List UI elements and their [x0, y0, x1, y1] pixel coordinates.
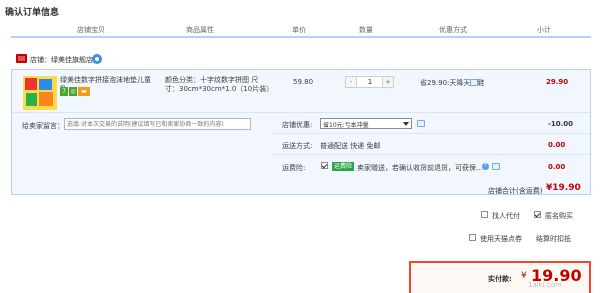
watermark: 1aiki.com	[528, 281, 562, 289]
freight-insurance-tag: 运费险	[332, 162, 355, 171]
column-header-promotion: 优惠方式	[439, 26, 467, 34]
coupon-label: 店铺优惠:	[282, 121, 313, 129]
chevron-down-icon	[403, 122, 409, 126]
coupon-amount: -10.00	[548, 120, 574, 128]
quantity-decrease-button[interactable]: -	[346, 77, 357, 87]
shipping-amount: 0.00	[548, 141, 566, 149]
freight-insurance-description: 卖家赠送，若确认收货前退货，可获保...	[357, 164, 482, 172]
invoice-icon: ▬	[78, 87, 90, 96]
column-header-shop-item: 店铺宝贝	[77, 26, 105, 34]
order-item-box: 绿美佳数字拼接泡沫地垫儿童卧... 7 ◎ ▬ 颜色分类：十字纹数字拼图 尺寸：…	[11, 69, 591, 195]
freight-insurance-amount: 0.00	[548, 163, 566, 171]
divider	[272, 133, 590, 134]
shipping-method: 普通配送 快递 免邮	[320, 142, 381, 150]
item-subtotal: 29.90	[546, 78, 569, 86]
column-header-subtotal: 小计	[537, 26, 551, 34]
freight-insurance-label: 运费险:	[282, 164, 306, 172]
product-thumbnail[interactable]	[23, 76, 57, 110]
anonymous-purchase-checkbox[interactable]	[534, 211, 541, 218]
column-header-attributes: 商品属性	[186, 26, 214, 34]
quantity-input[interactable]	[358, 77, 382, 87]
payment-summary: 实付款: ¥ 19.90	[409, 261, 591, 293]
shop-label-prefix: 店铺：	[30, 56, 51, 64]
coupon-info-icon[interactable]	[417, 120, 425, 127]
column-header-quantity: 数量	[359, 26, 373, 34]
payment-label: 实付款:	[488, 275, 512, 283]
divider	[12, 112, 590, 113]
shop-name-text: 绿美佳旗舰店	[51, 56, 93, 64]
unit-price: 59.80	[293, 78, 314, 86]
anonymous-purchase-label[interactable]: 匿名购买	[545, 211, 573, 221]
shop-total-label: 店铺合计(含运费)	[488, 187, 543, 195]
help-icon[interactable]: ?	[482, 163, 489, 170]
guarantee-icon: ◎	[69, 87, 77, 96]
coupon-select[interactable]: 省10元:亏本冲量	[320, 118, 412, 129]
promotion-info-icon[interactable]	[470, 79, 478, 86]
shop-name[interactable]: 店铺：绿美佳旗舰店	[30, 55, 93, 65]
shop-icon	[16, 54, 27, 63]
quantity-stepper: - +	[345, 76, 394, 88]
shop-row: 店铺：绿美佳旗舰店	[11, 50, 591, 68]
shop-total-value: ¥19.90	[546, 183, 581, 193]
column-header-unit-price: 单价	[292, 26, 306, 34]
points-deduct-label: 结算时扣抵	[536, 235, 571, 243]
message-label: 给卖家留言：	[22, 122, 64, 130]
payment-currency: ¥	[521, 271, 527, 281]
tmall-points-checkbox[interactable]	[469, 234, 476, 241]
wangwang-chat-icon[interactable]	[92, 54, 102, 64]
quantity-increase-button[interactable]: +	[382, 77, 393, 87]
freight-insurance-checkbox[interactable]	[321, 162, 328, 169]
coupon-selected-value: 省10元:亏本冲量	[323, 122, 369, 129]
tmall-points-label[interactable]: 使用天猫点券	[480, 234, 522, 244]
freight-info-icon[interactable]	[492, 163, 500, 170]
table-header: 店铺宝贝 商品属性 单价 数量 优惠方式 小计	[11, 20, 591, 38]
proxy-pay-checkbox[interactable]	[481, 211, 488, 218]
seven-day-return-icon: 7	[60, 87, 68, 96]
shipping-label: 运送方式:	[282, 142, 313, 150]
page-title: 确认订单信息	[5, 8, 60, 18]
divider	[272, 154, 590, 155]
message-to-seller-input[interactable]	[64, 118, 251, 130]
proxy-pay-label[interactable]: 找人代付	[492, 211, 520, 221]
product-attributes: 颜色分类：十字纹数字拼图 尺寸：30cm*30cm*1.0（10片装）	[165, 76, 274, 93]
